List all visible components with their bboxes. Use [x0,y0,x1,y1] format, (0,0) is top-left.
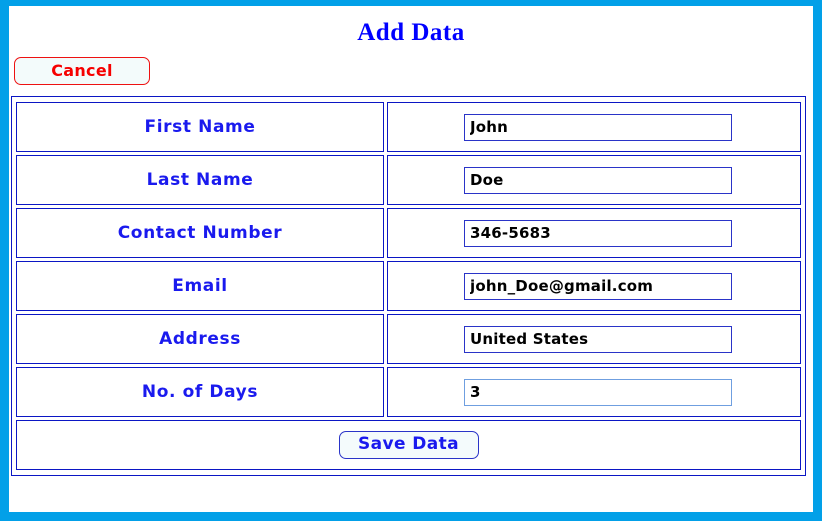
field-label-cell: Contact Number [16,208,384,258]
field-input-cell [387,314,801,364]
form-row: Email [16,261,801,311]
field-input-cell [387,367,801,417]
field-label: Contact Number [117,223,283,243]
field-label: Address [159,329,241,349]
field-label-cell: Last Name [16,155,384,205]
form-row: Last Name [16,155,801,205]
field-label: First Name [144,117,256,137]
field-input-cell [387,208,801,258]
form-row: First Name [16,102,801,152]
input-email[interactable] [464,272,732,300]
form-action-row: Save Data [16,420,801,470]
field-label-cell: Address [16,314,384,364]
field-input-cell [387,261,801,311]
input-contact-number[interactable] [464,219,732,247]
field-label: No. of Days [141,382,259,402]
form-row: No. of Days [16,367,801,417]
form-row: Contact Number [16,208,801,258]
page-surface: Add Data Cancel First Name Last Name Conta… [9,6,813,512]
input-first-name[interactable] [464,113,732,141]
field-label-cell: No. of Days [16,367,384,417]
field-label-cell: First Name [16,102,384,152]
form-grid: First Name Last Name Contact Number Email Ad… [13,99,804,473]
app-window-frame: Add Data Cancel First Name Last Name Conta… [0,0,822,521]
form-action-cell: Save Data [16,420,801,470]
toolbar: Cancel [9,45,813,85]
save-data-button[interactable]: Save Data [338,431,479,459]
input-last-name[interactable] [464,166,732,194]
input-address[interactable] [464,325,732,353]
form-rows: First Name Last Name Contact Number Email Ad… [16,102,801,470]
field-input-cell [387,102,801,152]
field-label: Email [172,276,228,296]
field-label-cell: Email [16,261,384,311]
add-data-form: First Name Last Name Contact Number Email Ad… [11,96,806,476]
field-input-cell [387,155,801,205]
input-no-of-days[interactable] [464,378,732,406]
form-row: Address [16,314,801,364]
page-title: Add Data [357,19,465,46]
cancel-button[interactable]: Cancel [14,57,150,85]
field-label: Last Name [146,170,254,190]
